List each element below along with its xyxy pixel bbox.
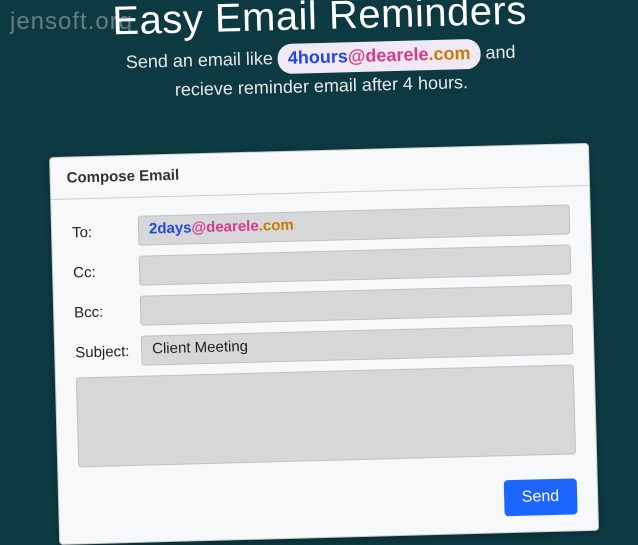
subject-input[interactable]: Client Meeting — [141, 324, 574, 365]
compose-panel: Compose Email To: 2days@dearele.com Cc: … — [49, 143, 599, 545]
message-body-input[interactable] — [76, 364, 576, 467]
to-tld: .com — [258, 217, 293, 235]
cc-row: Cc: — [73, 244, 572, 287]
to-time: 2days — [149, 219, 192, 237]
hero-sub-mid: and — [480, 42, 516, 63]
subject-row: Subject: Client Meeting — [75, 324, 574, 367]
compose-window: Compose Email To: 2days@dearele.com Cc: … — [49, 143, 599, 545]
to-domain: @dearele — [191, 218, 259, 237]
bcc-input[interactable] — [140, 284, 573, 325]
pill-domain: @dearele — [348, 44, 429, 66]
to-input[interactable]: 2days@dearele.com — [138, 204, 571, 245]
bcc-row: Bcc: — [74, 284, 573, 327]
compose-footer: Send — [59, 468, 598, 544]
subject-label: Subject: — [75, 342, 141, 361]
to-row: To: 2days@dearele.com — [72, 204, 571, 247]
watermark-text: jensoft.org — [10, 8, 133, 36]
hero-sub-line2: recieve reminder email after 4 hours. — [175, 72, 469, 100]
bcc-label: Bcc: — [74, 302, 140, 321]
pill-time: 4hours — [288, 46, 349, 68]
cc-input[interactable] — [139, 244, 572, 285]
example-email-pill: 4hours@dearele.com — [278, 39, 481, 74]
hero-subtitle: Send an email like 4hours@dearele.com an… — [1, 35, 638, 109]
send-button[interactable]: Send — [503, 478, 577, 516]
to-label: To: — [72, 222, 138, 241]
cc-label: Cc: — [73, 262, 139, 281]
pill-tld: .com — [428, 43, 471, 64]
hero-sub-prefix: Send an email like — [126, 48, 279, 72]
compose-body: To: 2days@dearele.com Cc: Bcc: Subject: … — [51, 186, 596, 482]
